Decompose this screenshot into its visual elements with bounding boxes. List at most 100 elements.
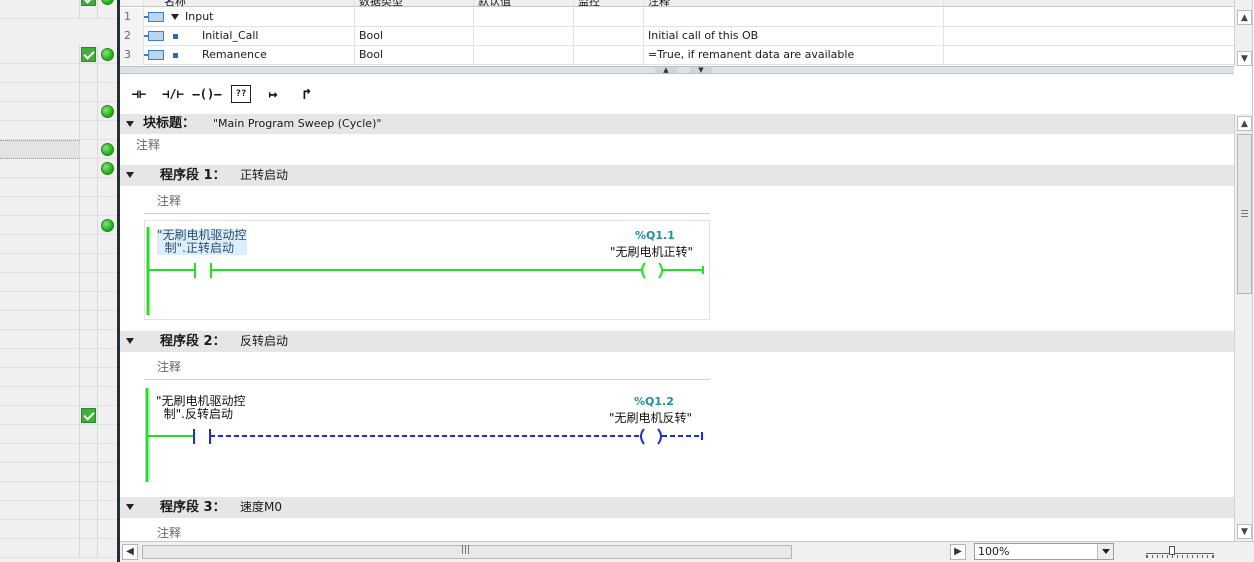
network-2-ladder[interactable]: "无刷电机驱动控 制".反转启动 %Q1.2 "无刷电机反转": [144, 386, 710, 486]
coil-address[interactable]: %Q1.2: [634, 395, 674, 408]
network-1-header[interactable]: 程序段 1： 正转启动: [120, 165, 1234, 186]
network-comment[interactable]: 注释: [157, 192, 181, 209]
checkbox-checked-icon[interactable]: [81, 47, 96, 62]
type-cell[interactable]: Bool: [355, 46, 474, 65]
scroll-down-icon[interactable]: ▼: [1237, 524, 1252, 539]
status-row[interactable]: [0, 444, 118, 463]
network-2-header[interactable]: 程序段 2： 反转启动: [120, 331, 1234, 352]
header-name[interactable]: 名称: [144, 0, 355, 6]
coil-left[interactable]: [640, 428, 645, 445]
type-cell[interactable]: Bool: [355, 27, 474, 46]
block-title-bar[interactable]: 块标题： "Main Program Sweep (Cycle)": [120, 114, 1234, 134]
collapse-icon[interactable]: [171, 14, 179, 20]
comment-cell[interactable]: [644, 8, 944, 27]
status-row[interactable]: [0, 501, 118, 520]
no-contact-icon[interactable]: ⊣⊢: [124, 82, 154, 106]
interface-splitter[interactable]: ▲ ▼: [120, 66, 1234, 74]
network-comment[interactable]: 注释: [157, 524, 181, 541]
name-cell[interactable]: Remanence: [144, 46, 355, 65]
default-cell[interactable]: [474, 8, 574, 27]
status-row[interactable]: [0, 0, 118, 19]
status-row[interactable]: [0, 83, 118, 102]
expand-down-icon[interactable]: ▼: [690, 67, 712, 74]
status-row[interactable]: [0, 197, 118, 216]
network-title[interactable]: 正转启动: [240, 165, 288, 186]
zoom-select[interactable]: 100%: [974, 543, 1114, 560]
block-title-value[interactable]: "Main Program Sweep (Cycle)": [213, 114, 381, 134]
checkbox-checked-icon[interactable]: [81, 0, 96, 6]
coil-right[interactable]: [658, 262, 663, 279]
status-row[interactable]: [0, 425, 118, 444]
network-3-header[interactable]: 程序段 3： 速度M0: [120, 497, 1234, 518]
comment-cell[interactable]: =True, if remanent data are available: [644, 46, 944, 65]
status-row[interactable]: [0, 235, 118, 254]
name-cell[interactable]: Initial_Call: [144, 27, 355, 46]
status-row[interactable]: [0, 368, 118, 387]
status-row[interactable]: [0, 121, 118, 140]
status-row[interactable]: [0, 292, 118, 311]
block-comment[interactable]: 注释: [136, 136, 160, 153]
status-row[interactable]: [0, 406, 118, 425]
interface-row-initial-call[interactable]: 2 Initial_Call Bool Initial call of this…: [120, 27, 1234, 46]
scroll-right-icon[interactable]: ▶: [950, 544, 966, 560]
interface-header-row: 名称 数据类型 默认值 监控 注释: [120, 0, 1234, 7]
close-branch-icon[interactable]: ↱: [292, 82, 322, 106]
header-default-value[interactable]: 默认值: [474, 0, 574, 6]
status-row[interactable]: [0, 64, 118, 83]
network-comment[interactable]: 注释: [157, 358, 181, 375]
scroll-up-icon[interactable]: ▲: [1237, 116, 1252, 131]
open-branch-icon[interactable]: ↦: [258, 82, 288, 106]
header-comment[interactable]: 注释: [644, 0, 944, 6]
collapse-icon[interactable]: [126, 172, 134, 178]
type-cell[interactable]: [355, 8, 474, 27]
checkbox-checked-icon[interactable]: [81, 408, 96, 423]
nc-contact-icon[interactable]: ⊣/⊢: [158, 82, 188, 106]
status-row[interactable]: [0, 520, 118, 539]
status-row[interactable]: [0, 539, 118, 558]
status-row[interactable]: [0, 463, 118, 482]
status-row[interactable]: [0, 254, 118, 273]
coil-icon[interactable]: –()–: [192, 82, 222, 106]
zoom-slider[interactable]: [1146, 546, 1214, 558]
header-data-type[interactable]: 数据类型: [355, 0, 474, 6]
coil-left[interactable]: [641, 262, 646, 279]
zoom-slider-knob[interactable]: [1169, 546, 1175, 555]
collapse-icon[interactable]: [126, 121, 134, 127]
default-cell[interactable]: [474, 46, 574, 65]
coil-operand[interactable]: "无刷电机反转": [609, 409, 692, 426]
status-row[interactable]: [0, 178, 118, 197]
status-row[interactable]: [0, 273, 118, 292]
network-title[interactable]: 反转启动: [240, 331, 288, 352]
interface-row-remanence[interactable]: 3 Remanence Bool =True, if remanent data…: [120, 46, 1234, 65]
coil-operand[interactable]: "无刷电机正转": [610, 243, 693, 260]
header-monitor[interactable]: 监控: [574, 0, 644, 6]
status-row[interactable]: [0, 387, 118, 406]
scroll-down-icon[interactable]: ▼: [1237, 51, 1252, 66]
scroll-left-icon[interactable]: ◀: [122, 544, 138, 560]
collapse-up-icon[interactable]: ▲: [655, 67, 677, 74]
chevron-down-icon[interactable]: [1097, 544, 1113, 559]
coil-address[interactable]: %Q1.1: [635, 229, 675, 242]
horizontal-scroll-thumb[interactable]: |||: [142, 545, 792, 559]
interface-row-input[interactable]: 1 Input: [120, 8, 1234, 27]
coil-right[interactable]: [657, 428, 662, 445]
collapse-icon[interactable]: [126, 338, 134, 344]
comment-cell[interactable]: Initial call of this OB: [644, 27, 944, 46]
empty-box-icon[interactable]: ??: [231, 85, 251, 103]
status-row[interactable]: [0, 330, 118, 349]
editor-vertical-scrollbar[interactable]: ▲ ▼: [1234, 114, 1254, 541]
default-cell[interactable]: [474, 27, 574, 46]
name-cell[interactable]: Input: [144, 8, 355, 27]
status-row[interactable]: [0, 311, 118, 330]
contact-operand[interactable]: "无刷电机驱动控 制".正转启动: [157, 229, 247, 255]
scroll-thumb[interactable]: [1237, 134, 1252, 294]
network-1-ladder[interactable]: "无刷电机驱动控 制".正转启动 %Q1.1 "无刷电机正转": [144, 220, 710, 320]
network-title[interactable]: 速度M0: [240, 497, 282, 518]
scroll-up-icon[interactable]: ▲: [1237, 10, 1252, 25]
status-row[interactable]: [0, 349, 118, 368]
ladder-editor[interactable]: 块标题： "Main Program Sweep (Cycle)" 注释 程序段…: [120, 114, 1234, 541]
interface-scrollbar[interactable]: ▲ ▼: [1234, 0, 1254, 66]
collapse-icon[interactable]: [126, 504, 134, 510]
contact-operand[interactable]: "无刷电机驱动控 制".反转启动: [156, 395, 246, 421]
status-row[interactable]: [0, 482, 118, 501]
